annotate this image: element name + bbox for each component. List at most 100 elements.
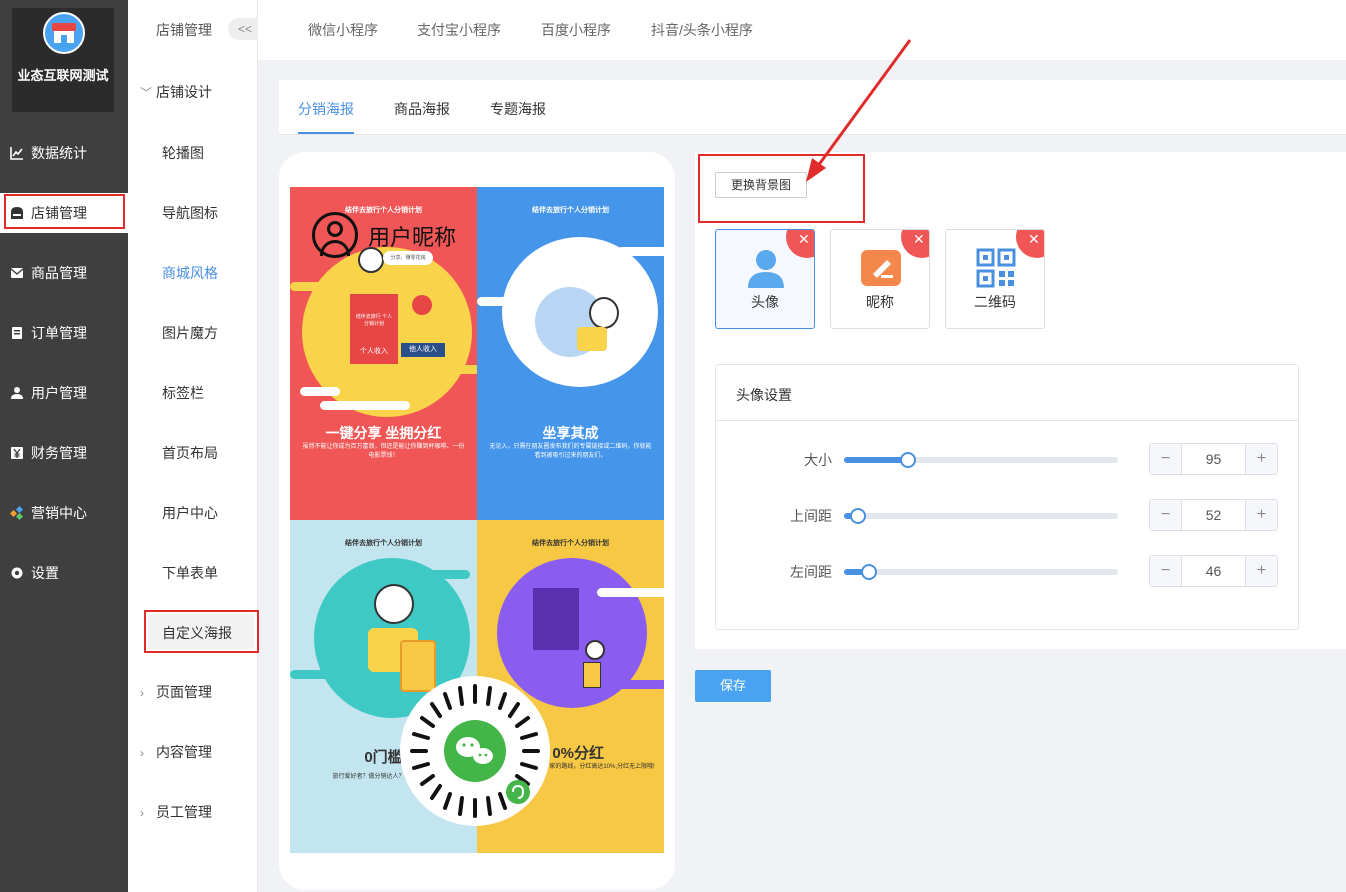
subnav-item-image-cube[interactable]: 图片魔方 [162, 323, 218, 343]
nav-item-orders[interactable]: 订单管理 [0, 313, 128, 353]
subnav-group-content[interactable]: › 内容管理 [140, 742, 212, 762]
size-input[interactable] [1182, 444, 1245, 474]
nav-item-label: 订单管理 [31, 325, 87, 341]
avatar-icon [748, 250, 784, 288]
element-label: 昵称 [866, 294, 894, 310]
decrement-button[interactable]: − [1150, 556, 1182, 586]
subnav-item-user-center[interactable]: 用户中心 [162, 503, 218, 523]
size-slider[interactable] [844, 452, 1118, 468]
decrement-button[interactable]: − [1150, 444, 1182, 474]
subnav-group-staff[interactable]: › 员工管理 [140, 802, 212, 822]
tab-distribution-poster[interactable]: 分销海报 [298, 99, 354, 119]
highlight-box [144, 610, 259, 653]
close-icon: ✕ [1028, 231, 1040, 247]
nickname-icon [861, 250, 901, 286]
increment-button[interactable]: + [1245, 556, 1277, 586]
element-card-nickname[interactable]: 昵称 ✕ [830, 229, 930, 329]
top-margin-label: 上间距 [790, 508, 832, 524]
subnav-item-home-layout[interactable]: 首页布局 [162, 443, 218, 463]
poster-type-tabs: 分销海报 商品海报 专题海报 [279, 80, 1346, 135]
qrcode-icon [410, 684, 540, 818]
element-label: 头像 [751, 294, 779, 310]
size-label: 大小 [804, 452, 832, 468]
decrement-button[interactable]: − [1150, 500, 1182, 530]
nav-item-label: 用户管理 [31, 385, 87, 401]
subnav-item-order-form[interactable]: 下单表单 [162, 563, 218, 583]
subnav-group-pages[interactable]: › 页面管理 [140, 682, 212, 702]
nav-item-label: 营销中心 [31, 505, 87, 521]
close-icon: ✕ [798, 231, 810, 247]
chevron-right-icon: › [140, 746, 144, 760]
cartoon-boy-icon [374, 584, 414, 624]
nav-item-users[interactable]: 用户管理 [0, 373, 128, 413]
left-margin-label: 左间距 [790, 564, 832, 580]
poster-subtitle: 家的路线，分红高达10%,分红无上限哦! [549, 764, 655, 770]
avatar-icon [312, 212, 358, 258]
brand-block: 业态互联网测试 [12, 8, 114, 112]
cartoon-boy-icon [589, 297, 619, 329]
remove-element-button[interactable]: ✕ [786, 230, 814, 258]
remove-element-button[interactable]: ✕ [901, 230, 929, 258]
nav-item-label: 财务管理 [31, 445, 87, 461]
subnav-item-mall-style[interactable]: 商城风格 [162, 263, 218, 283]
element-label: 二维码 [974, 294, 1016, 310]
yen-icon [11, 447, 23, 459]
tab-douyin[interactable]: 抖音/头条小程序 [651, 20, 753, 40]
subnav-group-design[interactable]: ﹀ 店铺设计 [140, 82, 212, 102]
subnav-item-carousel[interactable]: 轮播图 [162, 143, 204, 163]
tab-product-poster[interactable]: 商品海报 [394, 99, 450, 119]
slider-handle[interactable] [900, 452, 916, 468]
top-margin-stepper: − + [1149, 499, 1278, 531]
tab-wechat[interactable]: 微信小程序 [308, 20, 378, 40]
close-icon: ✕ [913, 231, 925, 247]
nickname-element[interactable]: 用户昵称 [312, 212, 472, 258]
main-sidebar: 业态互联网测试 数据统计 店铺管理 商品管理 订单管理 用户管理 财务管理 营销… [0, 0, 128, 892]
nav-item-marketing[interactable]: 营销中心 [0, 493, 128, 533]
red-box: 结伴去旅行 个人分销计划 个人收入 [350, 294, 398, 364]
increment-button[interactable]: + [1245, 500, 1277, 530]
tab-baidu[interactable]: 百度小程序 [541, 20, 611, 40]
poster-heading: 结伴去旅行个人分销计划 [345, 540, 422, 547]
subnav-item-nav-icons[interactable]: 导航图标 [162, 203, 218, 223]
remove-element-button[interactable]: ✕ [1016, 230, 1044, 258]
slider-handle[interactable] [850, 508, 866, 524]
element-card-qrcode[interactable]: 二维码 ✕ [945, 229, 1045, 329]
chevron-right-icon: › [140, 686, 144, 700]
mini-program-qrcode[interactable] [400, 676, 550, 826]
poster-title: 坐享其成 [542, 425, 599, 441]
left-margin-slider[interactable] [844, 564, 1118, 580]
subnav-item-tab-bar[interactable]: 标签栏 [162, 383, 204, 403]
poster-heading: 结伴去旅行个人分销计划 [532, 540, 609, 547]
nav-item-settings[interactable]: 设置 [0, 553, 128, 593]
tag-others-income: 他人收入 [401, 343, 445, 357]
poster-subtitle: 虽然不能让你成为百万富翁，但还是能让你赚到杯咖啡、一份电影票钱！ [302, 444, 465, 459]
tab-topic-poster[interactable]: 专题海报 [490, 99, 546, 119]
slider-handle[interactable] [861, 564, 877, 580]
throne-illustration [533, 588, 579, 650]
mail-icon [10, 268, 24, 278]
nav-item-finance[interactable]: 财务管理 [0, 433, 128, 473]
settings-title: 头像设置 [736, 387, 792, 403]
nickname-text: 用户昵称 [368, 225, 457, 250]
platform-tabs: 微信小程序 支付宝小程序 百度小程序 抖音/头条小程序 [258, 0, 1346, 60]
top-margin-input[interactable] [1182, 500, 1245, 530]
qrcode-icon [976, 248, 1016, 288]
subnav-group-label: 页面管理 [156, 684, 212, 700]
nav-item-stats[interactable]: 数据统计 [0, 133, 128, 173]
subnav-group-label: 店铺设计 [156, 84, 212, 100]
nav-item-label: 设置 [31, 565, 59, 581]
left-margin-input[interactable] [1182, 556, 1245, 586]
nav-item-label: 数据统计 [31, 145, 87, 161]
tab-alipay[interactable]: 支付宝小程序 [417, 20, 501, 40]
nav-item-products[interactable]: 商品管理 [0, 253, 128, 293]
increment-button[interactable]: + [1245, 444, 1277, 474]
line-chart-icon [10, 147, 23, 160]
element-card-avatar[interactable]: 头像 ✕ [715, 229, 815, 329]
marketing-icon [10, 506, 24, 520]
top-margin-slider[interactable] [844, 508, 1118, 524]
save-button[interactable]: 保存 [695, 670, 771, 702]
cartoon-boy-icon [585, 640, 605, 660]
store-logo-icon [43, 12, 85, 54]
subnav-group-label: 内容管理 [156, 744, 212, 760]
collapse-button[interactable]: << [228, 18, 262, 40]
